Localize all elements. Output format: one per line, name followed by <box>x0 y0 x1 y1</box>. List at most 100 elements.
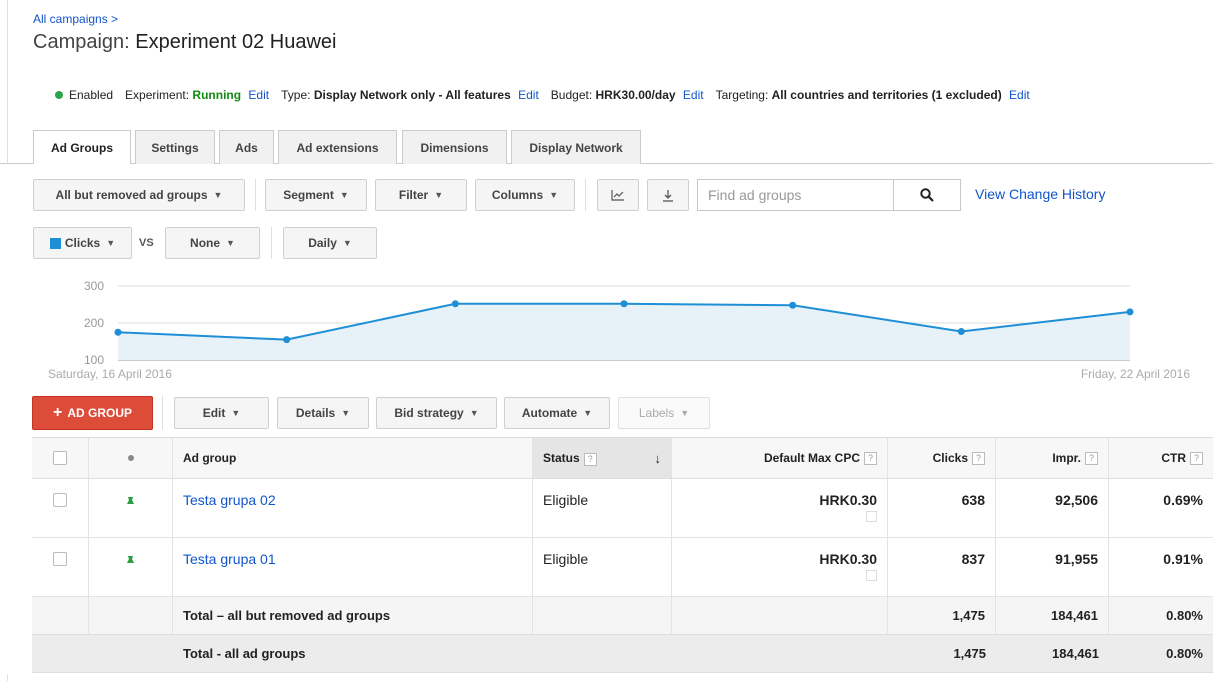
header-ctr-label: CTR <box>1161 451 1186 465</box>
row-ctr: 0.69% <box>1163 492 1203 508</box>
metric2-label: None <box>190 236 221 250</box>
status-dot-icon <box>127 455 134 461</box>
row-cpc-value[interactable]: HRK0.30 <box>819 492 877 508</box>
help-icon[interactable]: ? <box>972 451 985 465</box>
chevron-down-icon: ▼ <box>583 408 593 418</box>
toolbar-divider <box>585 179 586 211</box>
total-clicks: 1,475 <box>888 597 996 634</box>
budget-label: Budget: <box>550 88 593 102</box>
search-button[interactable] <box>893 179 961 211</box>
y-tick-label: 100 <box>84 353 104 367</box>
help-icon[interactable]: ? <box>1190 451 1203 465</box>
scope-filter-dropdown[interactable]: All but removed ad groups ▼ <box>33 179 245 211</box>
add-ad-group-label: AD GROUP <box>67 406 132 420</box>
cpc-chart-icon[interactable] <box>866 511 877 522</box>
help-icon[interactable]: ? <box>583 452 597 466</box>
tab-ad-groups[interactable]: Ad Groups <box>33 130 131 165</box>
header-status-label: Status <box>543 450 580 465</box>
select-all-checkbox[interactable] <box>53 451 67 465</box>
experiment-edit-link[interactable]: Edit <box>248 88 269 102</box>
total-empty-cell <box>672 635 888 672</box>
tab-ad-extensions[interactable]: Ad extensions <box>278 130 397 164</box>
total-row: Total - all ad groups 1,475 184,461 0.80… <box>32 635 1213 673</box>
row-status-cell <box>89 538 173 596</box>
x-start-label: Saturday, 16 April 2016 <box>48 367 172 381</box>
metric1-label: Clicks <box>64 236 101 250</box>
total-empty-cell <box>533 597 672 634</box>
metric2-dropdown[interactable]: None ▼ <box>165 227 260 259</box>
breadcrumb[interactable]: All campaigns > <box>33 12 118 26</box>
row-cpc-value[interactable]: HRK0.30 <box>819 551 877 567</box>
row-select-cell <box>32 479 89 537</box>
total-impr: 184,461 <box>996 597 1109 634</box>
cpc-chart-icon[interactable] <box>866 570 877 581</box>
tab-ads[interactable]: Ads <box>219 130 274 164</box>
header-ad-group-label: Ad group <box>183 451 237 465</box>
header-clicks[interactable]: Clicks? <box>888 438 996 478</box>
row-ctr: 0.91% <box>1163 551 1203 567</box>
add-ad-group-button[interactable]: + AD GROUP <box>32 396 153 430</box>
tabs-bar: Ad Groups Settings Ads Ad extensions Dim… <box>0 130 1213 165</box>
header-clicks-label: Clicks <box>932 451 968 465</box>
columns-dropdown[interactable]: Columns ▼ <box>475 179 575 211</box>
search-input[interactable]: Find ad groups <box>697 179 894 211</box>
y-tick-label: 200 <box>84 316 104 330</box>
total-empty-cell <box>89 635 173 672</box>
bid-strategy-dropdown[interactable]: Bid strategy ▼ <box>376 397 497 429</box>
period-dropdown[interactable]: Daily ▼ <box>283 227 377 259</box>
header-status[interactable]: Status? ↓ <box>533 438 672 478</box>
download-button[interactable] <box>647 179 689 211</box>
ad-group-link[interactable]: Testa grupa 02 <box>183 492 276 508</box>
sort-down-icon: ↓ <box>654 450 662 466</box>
edit-label: Edit <box>202 406 226 420</box>
header-impr[interactable]: Impr.? <box>996 438 1109 478</box>
edit-dropdown[interactable]: Edit ▼ <box>174 397 269 429</box>
budget-edit-link[interactable]: Edit <box>683 88 704 102</box>
total-ctr: 0.80% <box>1166 646 1203 661</box>
row-cpc-cell: HRK0.30 <box>672 479 888 537</box>
data-point <box>1126 308 1134 316</box>
view-change-history-link[interactable]: View Change History <box>975 186 1105 202</box>
row-checkbox[interactable] <box>53 552 67 566</box>
labels-dropdown[interactable]: Labels ▼ <box>618 397 710 429</box>
filter-dropdown[interactable]: Filter ▼ <box>375 179 467 211</box>
row-status-cell <box>89 479 173 537</box>
automate-dropdown[interactable]: Automate ▼ <box>504 397 610 429</box>
type-value: Display Network only - All features <box>313 88 511 102</box>
total-empty-cell <box>533 635 672 672</box>
chevron-down-icon: ▼ <box>213 190 223 200</box>
download-icon <box>663 189 673 202</box>
total-impr: 184,461 <box>1052 646 1099 661</box>
header-ctr[interactable]: CTR? <box>1109 438 1213 478</box>
help-icon[interactable]: ? <box>1085 451 1098 465</box>
eligible-status-icon[interactable] <box>126 496 135 506</box>
metric1-dropdown[interactable]: Clicks ▼ <box>33 227 132 259</box>
y-tick-label: 300 <box>84 279 104 293</box>
tab-settings[interactable]: Settings <box>135 130 215 164</box>
eligible-status-icon[interactable] <box>126 555 135 565</box>
budget-value: HRK30.00/day <box>595 88 676 102</box>
campaign-status-line: Enabled Experiment: Running Edit Type: D… <box>55 88 1042 102</box>
type-edit-link[interactable]: Edit <box>518 88 539 102</box>
total-empty-cell <box>32 597 89 634</box>
targeting-edit-link[interactable]: Edit <box>1009 88 1030 102</box>
segment-dropdown[interactable]: Segment ▼ <box>265 179 367 211</box>
action-divider <box>162 396 163 430</box>
row-impr: 91,955 <box>996 538 1109 596</box>
details-dropdown[interactable]: Details ▼ <box>277 397 369 429</box>
tab-display-network[interactable]: Display Network <box>511 130 641 164</box>
ad-group-link[interactable]: Testa grupa 01 <box>183 551 276 567</box>
data-point <box>789 301 797 309</box>
chevron-down-icon: ▼ <box>469 408 479 418</box>
header-ad-group[interactable]: Ad group <box>173 438 533 478</box>
type-status: Type: Display Network only - All feature… <box>281 88 539 102</box>
row-checkbox[interactable] <box>53 493 67 507</box>
x-end-label: Friday, 22 April 2016 <box>1081 367 1190 381</box>
tab-dimensions[interactable]: Dimensions <box>402 130 507 164</box>
header-max-cpc[interactable]: Default Max CPC? <box>672 438 888 478</box>
help-icon[interactable]: ? <box>864 451 877 465</box>
total-label: Total – all but removed ad groups <box>173 597 533 634</box>
data-point <box>620 300 628 308</box>
toggle-chart-button[interactable] <box>597 179 639 211</box>
chevron-down-icon: ▼ <box>434 190 444 200</box>
